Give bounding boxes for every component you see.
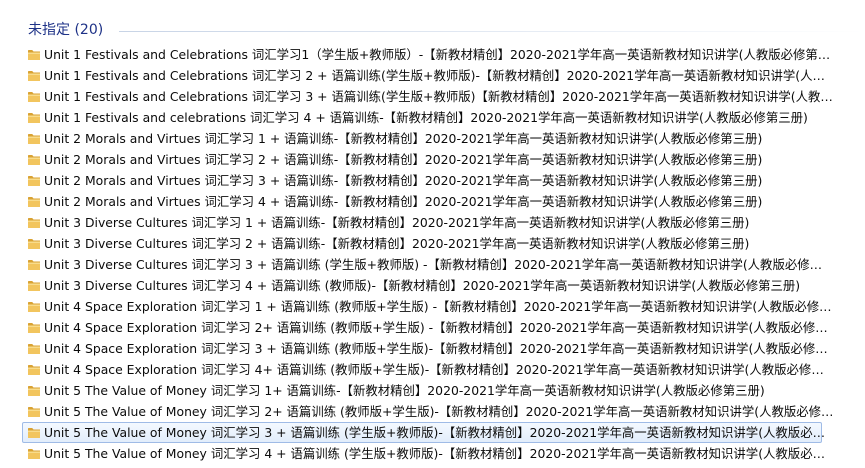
file-row[interactable]: Unit 2 Morals and Virtues 词汇学习 2 + 语篇训练-… xyxy=(22,149,865,170)
file-name[interactable]: Unit 2 Morals and Virtues 词汇学习 2 + 语篇训练-… xyxy=(44,151,762,168)
file-row[interactable]: Unit 1 Festivals and celebrations 词汇学习 4… xyxy=(22,107,865,128)
file-row[interactable]: Unit 5 The Value of Money 词汇学习 4 + 语篇训练 … xyxy=(22,443,865,464)
file-row[interactable]: Unit 5 The Value of Money 词汇学习 2+ 语篇训练 (… xyxy=(22,401,865,422)
file-row[interactable]: Unit 1 Festivals and Celebrations 词汇学习 3… xyxy=(22,86,865,107)
file-name[interactable]: Unit 2 Morals and Virtues 词汇学习 3 + 语篇训练-… xyxy=(44,172,762,189)
file-row[interactable]: Unit 3 Diverse Cultures 词汇学习 1 + 语篇训练-【新… xyxy=(22,212,865,233)
file-name[interactable]: Unit 1 Festivals and Celebrations 词汇学习1（… xyxy=(44,46,834,63)
file-name[interactable]: Unit 5 The Value of Money 词汇学习 4 + 语篇训练 … xyxy=(44,445,834,462)
file-name[interactable]: Unit 4 Space Exploration 词汇学习 1 + 语篇训练 (… xyxy=(44,298,832,315)
file-row-selected[interactable]: Unit 5 The Value of Money 词汇学习 3 + 语篇训练 … xyxy=(22,422,834,443)
file-name[interactable]: Unit 1 Festivals and Celebrations 词汇学习 3… xyxy=(44,88,834,105)
file-row[interactable]: Unit 4 Space Exploration 词汇学习 2+ 语篇训练 (教… xyxy=(22,317,865,338)
group-header[interactable]: 未指定 (20) xyxy=(0,15,865,45)
file-name[interactable]: Unit 2 Morals and Virtues 词汇学习 1 + 语篇训练-… xyxy=(44,130,762,147)
file-name[interactable]: Unit 3 Diverse Cultures 词汇学习 2 + 语篇训练-【新… xyxy=(44,235,749,252)
file-row[interactable]: Unit 2 Morals and Virtues 词汇学习 3 + 语篇训练-… xyxy=(22,170,865,191)
file-row[interactable]: Unit 3 Diverse Cultures 词汇学习 4 + 语篇训练 (教… xyxy=(22,275,865,296)
file-name[interactable]: Unit 2 Morals and Virtues 词汇学习 4 + 语篇训练-… xyxy=(44,193,762,210)
file-row[interactable]: Unit 1 Festivals and Celebrations 词汇学习1（… xyxy=(22,44,865,65)
file-name[interactable]: Unit 5 The Value of Money 词汇学习 1+ 语篇训练-【… xyxy=(44,382,765,399)
file-name[interactable]: Unit 1 Festivals and Celebrations 词汇学习 2… xyxy=(44,67,834,84)
file-name[interactable]: Unit 3 Diverse Cultures 词汇学习 1 + 语篇训练-【新… xyxy=(44,214,749,231)
file-name[interactable]: Unit 5 The Value of Money 词汇学习 3 + 语篇训练 … xyxy=(44,424,834,441)
file-name[interactable]: Unit 4 Space Exploration 词汇学习 3 + 语篇训练 (… xyxy=(44,340,834,357)
group-title[interactable]: 未指定 (20) xyxy=(28,21,103,39)
file-row[interactable]: Unit 2 Morals and Virtues 词汇学习 4 + 语篇训练-… xyxy=(22,191,865,212)
file-name[interactable]: Unit 3 Diverse Cultures 词汇学习 3 + 语篇训练 (学… xyxy=(44,256,834,273)
file-name[interactable]: Unit 4 Space Exploration 词汇学习 4+ 语篇训练 (教… xyxy=(44,361,834,378)
file-name[interactable]: Unit 4 Space Exploration 词汇学习 2+ 语篇训练 (教… xyxy=(44,319,834,336)
file-row[interactable]: Unit 4 Space Exploration 词汇学习 3 + 语篇训练 (… xyxy=(22,338,865,359)
file-name[interactable]: Unit 5 The Value of Money 词汇学习 2+ 语篇训练 (… xyxy=(44,403,834,420)
file-name[interactable]: Unit 3 Diverse Cultures 词汇学习 4 + 语篇训练 (教… xyxy=(44,277,800,294)
file-row[interactable]: Unit 4 Space Exploration 词汇学习 1 + 语篇训练 (… xyxy=(22,296,865,317)
group-divider xyxy=(119,31,865,32)
file-name[interactable]: Unit 1 Festivals and celebrations 词汇学习 4… xyxy=(44,109,808,126)
file-row[interactable]: Unit 4 Space Exploration 词汇学习 4+ 语篇训练 (教… xyxy=(22,359,865,380)
file-row[interactable]: Unit 3 Diverse Cultures 词汇学习 2 + 语篇训练-【新… xyxy=(22,233,865,254)
file-row[interactable]: Unit 2 Morals and Virtues 词汇学习 1 + 语篇训练-… xyxy=(22,128,865,149)
file-list: Unit 1 Festivals and Celebrations 词汇学习1（… xyxy=(22,44,865,464)
file-row[interactable]: Unit 5 The Value of Money 词汇学习 1+ 语篇训练-【… xyxy=(22,380,865,401)
file-row[interactable]: Unit 1 Festivals and Celebrations 词汇学习 2… xyxy=(22,65,865,86)
file-row[interactable]: Unit 3 Diverse Cultures 词汇学习 3 + 语篇训练 (学… xyxy=(22,254,865,275)
